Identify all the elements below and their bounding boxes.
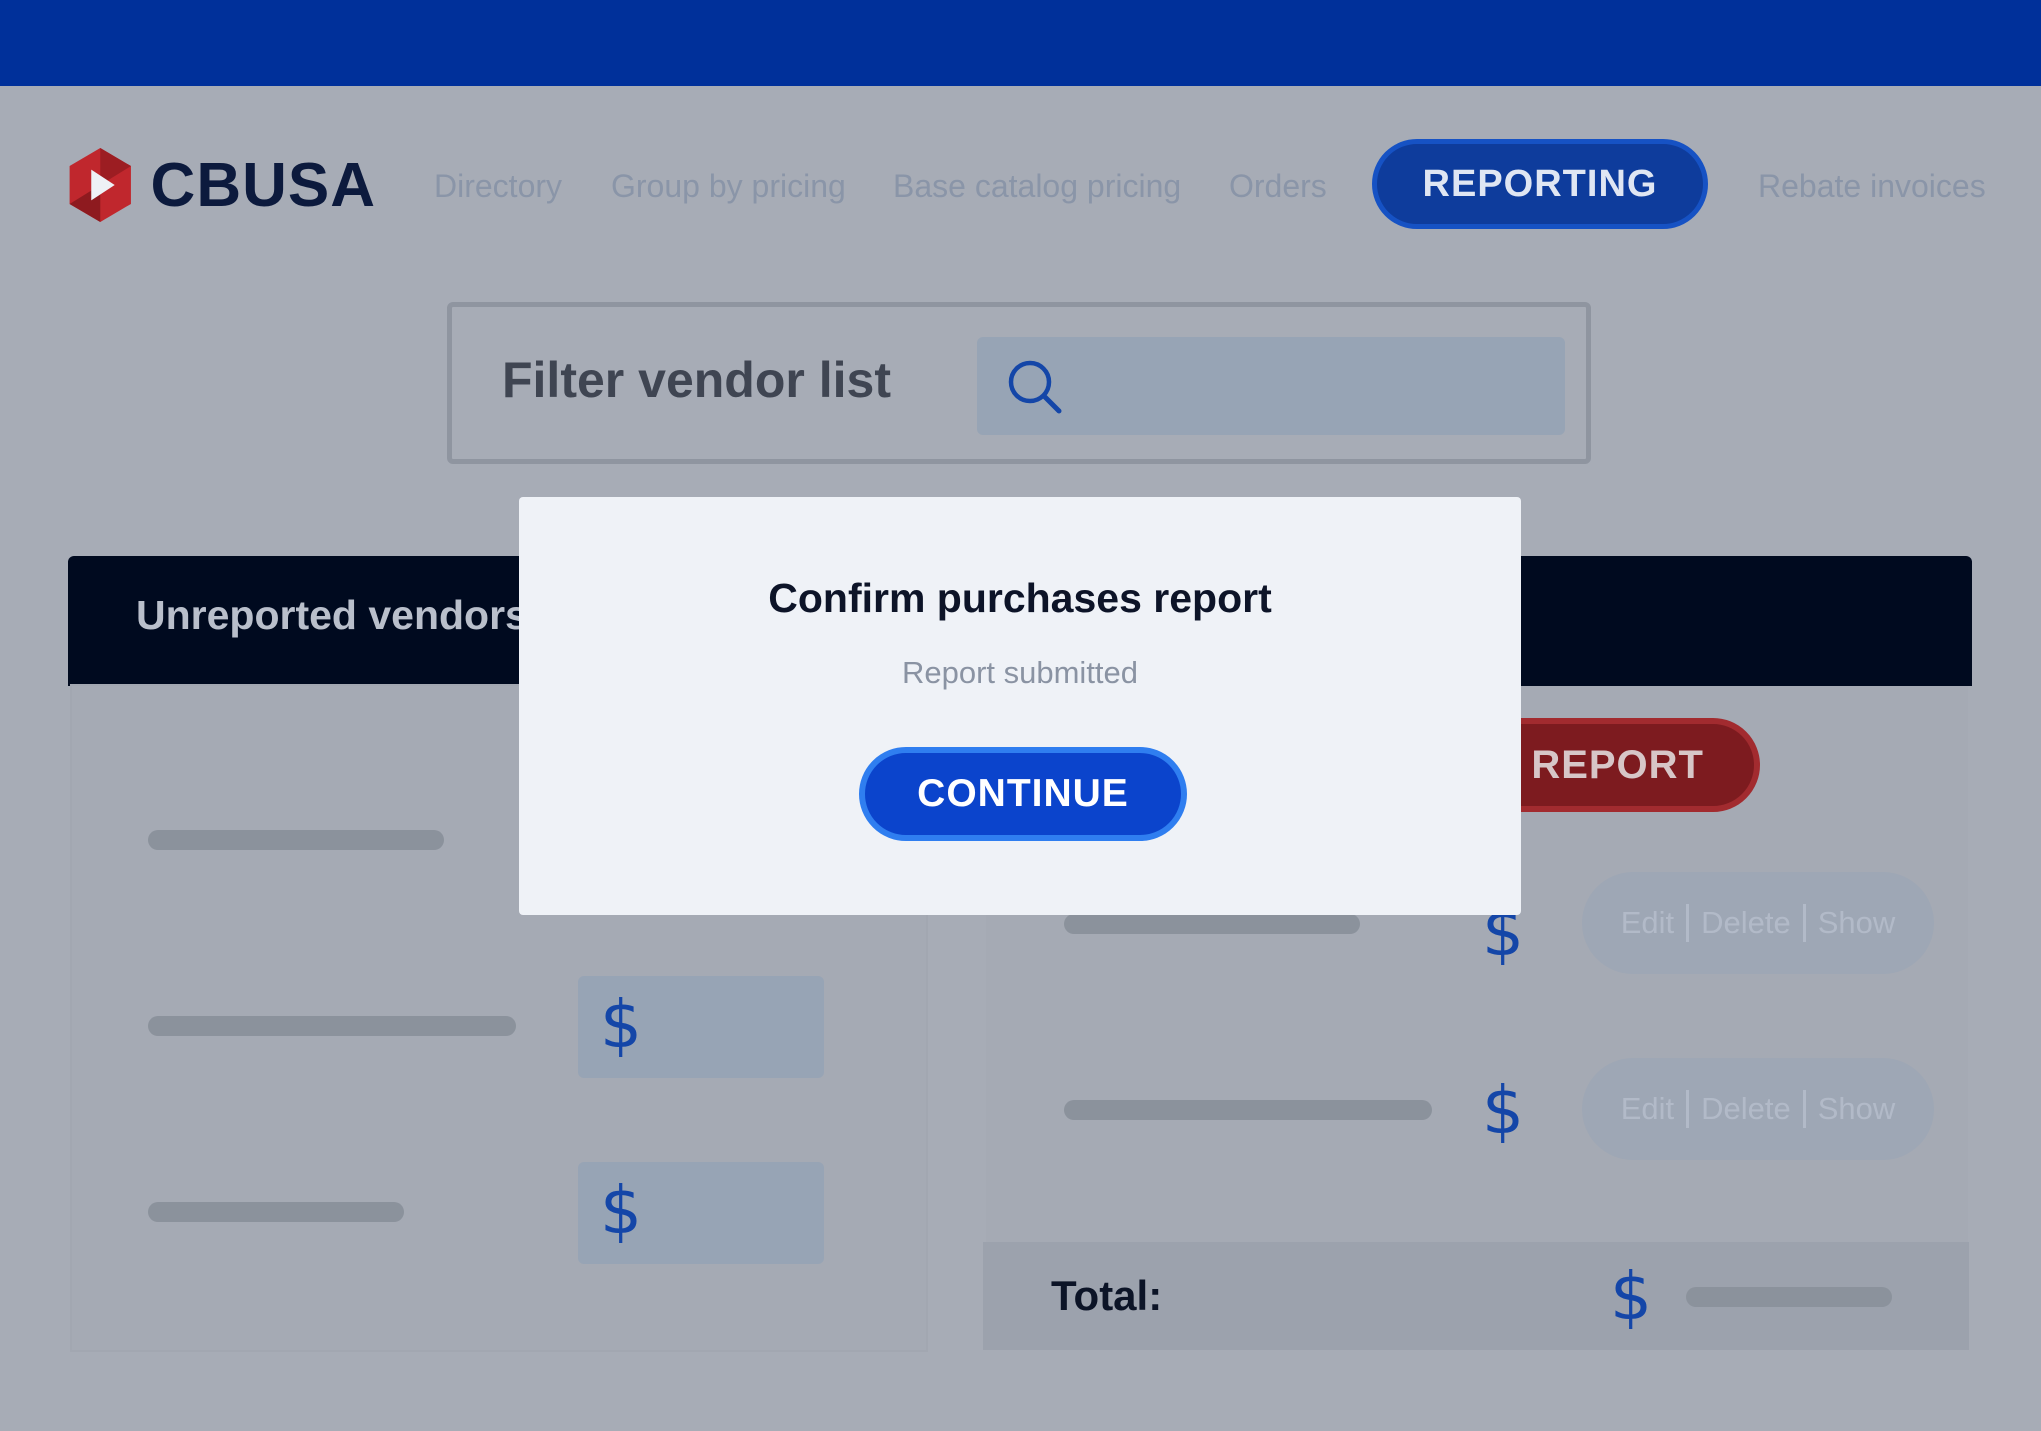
filter-vendor-box: Filter vendor list (447, 302, 1591, 464)
placeholder-bar (1064, 914, 1360, 934)
total-value-placeholder (1686, 1287, 1892, 1307)
filter-label: Filter vendor list (502, 352, 891, 408)
amount-input[interactable]: $ (578, 1162, 824, 1264)
nav-directory[interactable]: Directory (434, 160, 562, 212)
delete-link[interactable]: Delete (1701, 905, 1791, 941)
filter-input[interactable] (977, 337, 1565, 435)
dollar-icon: $ (600, 986, 642, 1063)
nav-rebate-invoices[interactable]: Rebate invoices (1758, 160, 1986, 212)
dollar-icon: $ (1610, 1258, 1652, 1335)
placeholder-bar (148, 1016, 516, 1036)
nav-reporting[interactable]: REPORTING (1372, 139, 1708, 229)
dollar-icon: $ (600, 1172, 642, 1249)
panel-title: Unreported vendors (136, 592, 528, 638)
logo-text: CBUSA (150, 150, 376, 220)
amount-input[interactable]: $ (578, 976, 824, 1078)
confirm-dialog: Confirm purchases report Report submitte… (519, 497, 1521, 915)
edit-link[interactable]: Edit (1621, 905, 1674, 941)
dialog-title: Confirm purchases report (768, 575, 1272, 621)
placeholder-bar (1064, 1100, 1432, 1120)
nav-base-catalog-pricing[interactable]: Base catalog pricing (893, 160, 1181, 212)
top-bar (0, 0, 2041, 86)
placeholder-bar (148, 830, 444, 850)
search-icon (1008, 360, 1062, 414)
placeholder-bar (148, 1202, 404, 1222)
separator (1686, 1090, 1690, 1128)
continue-button[interactable]: CONTINUE (859, 747, 1187, 841)
dialog-subtitle: Report submitted (901, 655, 1139, 690)
row-actions: Edit Delete Show (1582, 872, 1934, 974)
separator (1686, 904, 1690, 942)
dollar-icon: $ (1482, 1072, 1524, 1149)
logo[interactable]: CBUSA (66, 142, 376, 228)
row-actions: Edit Delete Show (1582, 1058, 1934, 1160)
nav-group-by-pricing[interactable]: Group by pricing (611, 160, 846, 212)
show-link[interactable]: Show (1818, 905, 1896, 941)
edit-link[interactable]: Edit (1621, 1091, 1674, 1127)
nav-orders[interactable]: Orders (1229, 160, 1327, 212)
delete-link[interactable]: Delete (1701, 1091, 1791, 1127)
show-link[interactable]: Show (1818, 1091, 1896, 1127)
logo-icon (69, 148, 131, 222)
total-label: Total: (1051, 1272, 1163, 1319)
separator (1802, 904, 1806, 942)
total-row: Total: $ (983, 1242, 1969, 1350)
separator (1802, 1090, 1806, 1128)
